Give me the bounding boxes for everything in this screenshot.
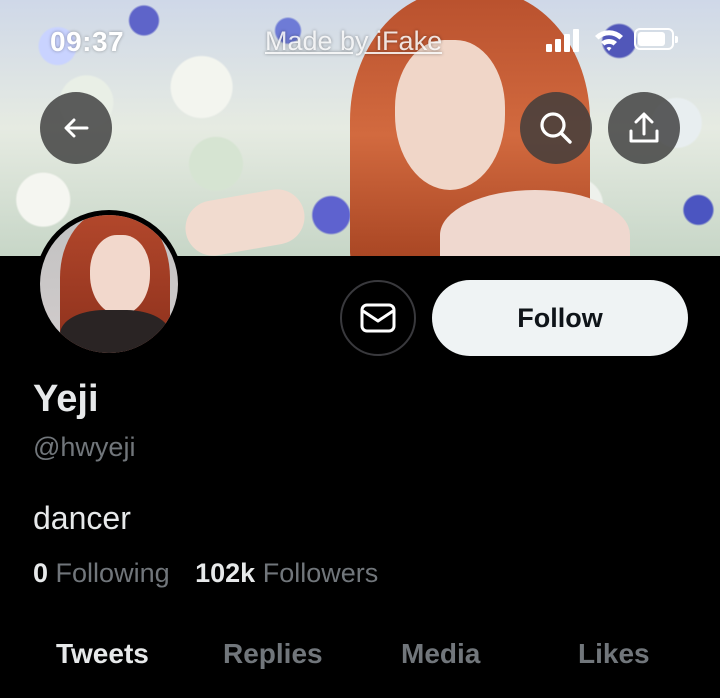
avatar-body — [60, 310, 170, 353]
tab-tweets[interactable]: Tweets — [56, 638, 149, 670]
share-button[interactable] — [608, 92, 680, 164]
message-button[interactable] — [340, 280, 416, 356]
status-bar: 09:37 Made by iFake — [0, 0, 720, 84]
search-icon — [540, 112, 572, 144]
battery-fill — [638, 32, 665, 46]
followers-count: 102k — [195, 558, 256, 588]
status-time: 09:37 — [50, 26, 125, 57]
followers-label: Followers — [262, 558, 379, 588]
profile-handle: @hwyeji — [33, 432, 136, 462]
share-upload-icon — [629, 112, 659, 143]
profile-avatar[interactable] — [35, 210, 183, 358]
tab-media[interactable]: Media — [401, 638, 480, 670]
profile-bio: dancer — [33, 500, 131, 536]
back-button[interactable] — [40, 92, 112, 164]
banner-hand — [181, 184, 309, 256]
avatar-face — [90, 235, 150, 315]
following-link[interactable]: 0 Following — [33, 558, 170, 589]
tab-likes[interactable]: Likes — [578, 638, 650, 670]
envelope-icon — [360, 303, 396, 333]
profile-stats: 0 Following 102k Followers — [33, 558, 378, 589]
search-button[interactable] — [520, 92, 592, 164]
cellular-signal-icon — [546, 28, 582, 52]
avatar-photo — [40, 215, 178, 353]
following-count: 0 — [33, 558, 49, 588]
arrow-left-icon — [64, 118, 89, 138]
following-label: Following — [55, 558, 170, 588]
status-icons — [546, 28, 680, 54]
watermark-text: Made by iFake — [265, 26, 443, 56]
profile-tabs: Tweets Replies Media Likes — [0, 630, 720, 698]
follow-button[interactable]: Follow — [432, 280, 688, 356]
profile-name: Yeji — [33, 378, 99, 420]
battery-icon — [634, 28, 678, 50]
wifi-icon — [594, 28, 624, 52]
tab-replies[interactable]: Replies — [223, 638, 323, 670]
followers-link[interactable]: 102k Followers — [195, 558, 378, 589]
